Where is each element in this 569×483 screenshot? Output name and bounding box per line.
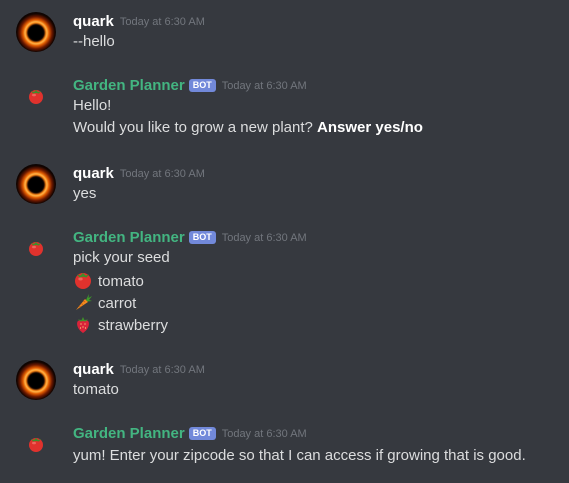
tomato-icon (75, 273, 91, 289)
bold-text: Answer yes/no (317, 119, 423, 136)
tomato-icon (29, 438, 43, 452)
bot-badge: BOT (188, 79, 216, 92)
author-name[interactable]: Garden Planner BOT Today at 6:30 AM (73, 228, 307, 248)
seed-option-label: tomato (98, 273, 144, 290)
author-name-text[interactable]: quark (73, 13, 114, 30)
message-text: --hello (73, 33, 115, 50)
author-name-text[interactable]: Garden Planner (73, 77, 185, 94)
user-avatar[interactable] (16, 12, 56, 52)
user-avatar[interactable] (16, 164, 56, 204)
message-text: tomato (73, 381, 119, 398)
seed-option-label: carrot (98, 295, 137, 312)
tomato-icon (29, 242, 43, 256)
seed-option: strawberry (73, 314, 168, 336)
seed-option: carrot (73, 292, 136, 314)
message-text: pick your seed (73, 249, 170, 266)
timestamp: Today at 6:30 AM (119, 16, 205, 28)
author-name[interactable]: Garden Planner BOT Today at 6:30 AM (73, 76, 307, 96)
bot-badge: BOT (188, 231, 216, 244)
bot-avatar[interactable] (16, 228, 56, 268)
author-name[interactable]: quark Today at 6:30 AM (73, 12, 205, 32)
bot-badge: BOT (188, 427, 216, 440)
author-name[interactable]: quark Today at 6:30 AM (73, 360, 205, 380)
author-name[interactable]: quark Today at 6:30 AM (73, 164, 205, 184)
message-text: Would you like to grow a new plant? Answ… (73, 118, 423, 138)
message-text-span: Would you like to grow a new plant? (73, 119, 313, 136)
bot-avatar[interactable] (16, 424, 56, 464)
timestamp: Today at 6:30 AM (119, 364, 205, 376)
bot-avatar[interactable] (16, 76, 56, 116)
user-avatar[interactable] (16, 360, 56, 400)
timestamp: Today at 6:30 AM (221, 428, 307, 440)
author-name-text[interactable]: quark (73, 165, 114, 182)
message-text: yum! Enter your zipcode so that I can ac… (73, 447, 526, 464)
timestamp: Today at 6:30 AM (221, 232, 307, 244)
seed-option-label: strawberry (98, 317, 169, 334)
author-name-text[interactable]: quark (73, 361, 114, 378)
author-name-text[interactable]: Garden Planner (73, 425, 185, 442)
author-name-text[interactable]: Garden Planner (73, 229, 185, 246)
seed-option: tomato (73, 270, 144, 292)
carrot-icon (76, 294, 92, 310)
timestamp: Today at 6:30 AM (119, 168, 205, 180)
author-name[interactable]: Garden Planner BOT Today at 6:30 AM (73, 424, 307, 444)
chat-messages: quark Today at 6:30 AM --hello Garden Pla… (0, 0, 569, 483)
strawberry-icon (77, 317, 89, 333)
message-text: Hello! (73, 97, 112, 114)
message-text: yes (73, 185, 97, 202)
tomato-icon (29, 90, 43, 104)
timestamp: Today at 6:30 AM (221, 80, 307, 92)
